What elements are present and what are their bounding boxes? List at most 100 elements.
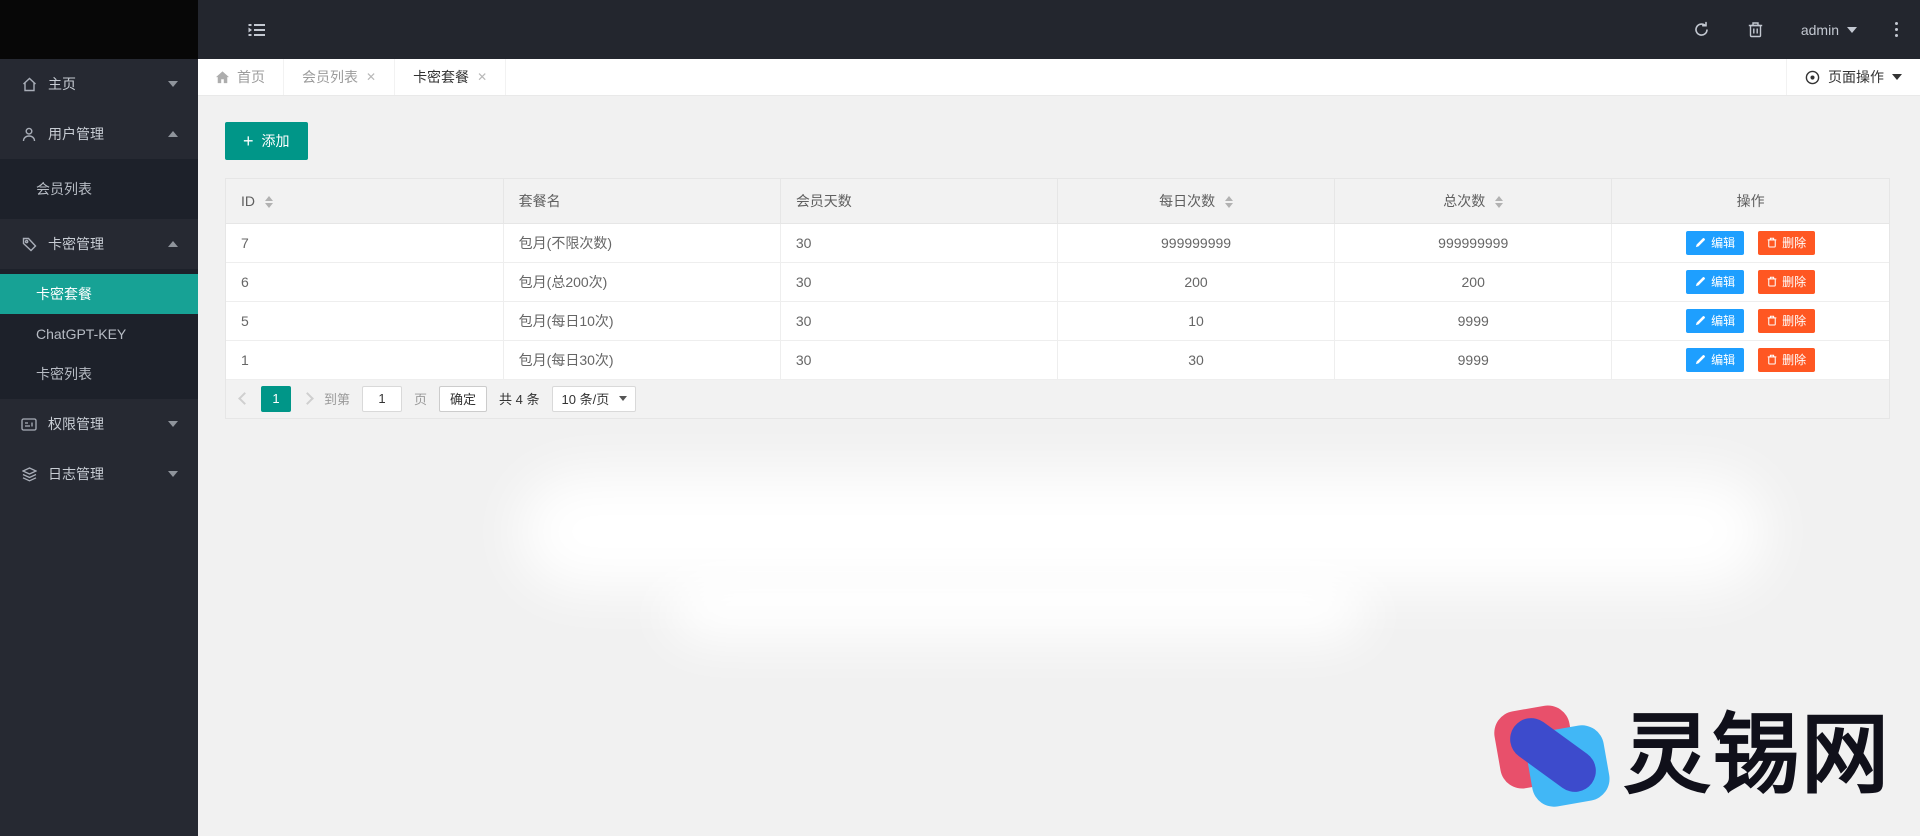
cell-member-days: 30 [780,223,1058,263]
tab-label: 会员列表 [302,69,358,85]
cell-actions: 编辑 删除 [1611,340,1889,380]
pencil-icon [1696,238,1706,248]
delete-button[interactable]: 删除 [1758,308,1816,333]
edit-button[interactable]: 编辑 [1686,347,1745,372]
plus-icon: + [243,131,254,151]
add-button[interactable]: + 添加 [225,122,308,160]
sidebar-item-label: 日志管理 [48,466,104,482]
cell-actions: 编辑 删除 [1611,301,1889,341]
cell-plan-name: 包月(不限次数) [503,223,781,263]
current-page-button[interactable]: 1 [261,385,291,412]
delete-button[interactable]: 删除 [1758,230,1816,255]
cell-total-count: 999999999 [1334,223,1613,263]
trash-icon [1767,276,1777,287]
add-button-label: 添加 [261,133,290,149]
next-page-icon[interactable] [301,392,314,405]
cell-total-count: 9999 [1334,340,1613,380]
col-header-id[interactable]: ID [226,179,504,224]
tab-card-plan[interactable]: 卡密套餐 ✕ [395,59,507,95]
chevron-down-icon [168,471,178,477]
cell-daily-count: 200 [1057,262,1336,302]
menu-collapse-icon[interactable] [248,23,266,37]
content-area: + 添加 ID 套餐名 会员天数 每日次数 总次数 操作 7 包月(不限次数) … [198,96,1920,836]
watermark-text: 灵锡网 [1622,705,1890,804]
watermark-logo: 灵锡网 [1490,701,1890,811]
logo-mark-icon [1490,701,1613,811]
username-label: admin [1800,21,1839,38]
col-header-plan-name: 套餐名 [503,179,781,224]
prev-page-icon[interactable] [238,392,251,405]
chevron-down-icon [168,81,178,87]
close-icon[interactable]: ✕ [477,70,487,84]
page-size-select[interactable]: 10 条/页 [551,385,637,412]
cell-plan-name: 包月(每日30次) [503,340,781,380]
sidebar-item-card-list[interactable]: 卡密列表 [0,354,198,394]
edit-button[interactable]: 编辑 [1686,269,1745,294]
sidebar-item-permission-management[interactable]: 权限管理 [0,399,198,449]
id-card-icon [20,417,38,431]
sidebar-item-log-management[interactable]: 日志管理 [0,449,198,499]
pencil-icon [1696,277,1706,287]
sidebar: 主页 用户管理 会员列表 卡密管理 卡密套餐 ChatGPT-KEY 卡密列表 … [0,59,198,836]
tab-label: 首页 [237,69,265,85]
submenu-card-management: 卡密套餐 ChatGPT-KEY 卡密列表 [0,269,198,399]
table-row: 1 包月(每日30次) 30 30 9999 编辑 删除 [226,340,1889,380]
sidebar-item-card-management[interactable]: 卡密管理 [0,219,198,269]
tag-icon [20,237,38,252]
sort-icon[interactable] [1224,196,1233,209]
sidebar-item-chatgpt-key[interactable]: ChatGPT-KEY [0,314,198,354]
sidebar-item-member-list[interactable]: 会员列表 [0,164,198,214]
cell-id: 1 [226,340,504,380]
col-header-total-count[interactable]: 总次数 [1334,179,1613,224]
home-icon [216,70,229,83]
sidebar-item-label: 权限管理 [48,416,104,432]
sidebar-item-label: 主页 [48,76,76,92]
trash-icon[interactable] [1748,21,1763,38]
home-icon [20,77,38,92]
cell-daily-count: 10 [1057,301,1336,341]
cell-total-count: 200 [1334,262,1613,302]
target-circle-icon [1805,70,1820,84]
cell-member-days: 30 [780,301,1058,341]
table-header-row: ID 套餐名 会员天数 每日次数 总次数 操作 [226,179,1889,224]
tab-member-list[interactable]: 会员列表 ✕ [284,59,396,95]
sidebar-item-user-management[interactable]: 用户管理 [0,109,198,159]
confirm-button[interactable]: 确定 [439,385,488,412]
table-row: 5 包月(每日10次) 30 10 9999 编辑 删除 [226,301,1889,341]
sort-icon[interactable] [264,196,273,209]
goto-label: 到第 [324,392,351,407]
trash-icon [1767,315,1777,326]
sidebar-item-home[interactable]: 主页 [0,59,198,109]
submenu-user-management: 会员列表 [0,159,198,219]
cell-plan-name: 包月(每日10次) [503,301,781,341]
user-menu[interactable]: admin [1801,22,1857,38]
table-row: 7 包月(不限次数) 30 999999999 999999999 编辑 删除 [226,223,1889,263]
tab-home[interactable]: 首页 [198,59,284,95]
sidebar-logo-area [0,0,198,59]
app-window: admin 主页 用户管理 会员列表 卡密管理 卡密套餐 ChatGPT-KEY… [0,0,1920,836]
delete-button[interactable]: 删除 [1758,269,1816,294]
edit-button[interactable]: 编辑 [1686,230,1745,255]
goto-page-input[interactable] [362,385,403,412]
sidebar-item-label: 卡密列表 [36,366,92,382]
tab-bar: 首页 会员列表 ✕ 卡密套餐 ✕ 页面操作 [198,59,1920,96]
pencil-icon [1696,355,1706,365]
cell-id: 7 [226,223,504,263]
more-vertical-icon[interactable] [1895,22,1898,37]
page-operations-dropdown[interactable]: 页面操作 [1786,59,1920,95]
cell-member-days: 30 [780,262,1058,302]
col-header-daily-count[interactable]: 每日次数 [1057,179,1336,224]
pencil-icon [1696,316,1706,326]
chevron-down-icon [1892,74,1902,80]
sidebar-item-card-plan[interactable]: 卡密套餐 [0,274,198,314]
delete-button[interactable]: 删除 [1758,347,1816,372]
cell-daily-count: 30 [1057,340,1336,380]
sort-icon[interactable] [1495,196,1504,209]
tab-label: 卡密套餐 [413,69,470,85]
close-icon[interactable]: ✕ [366,70,376,84]
refresh-icon[interactable] [1693,21,1710,38]
sidebar-item-label: 卡密套餐 [36,286,92,302]
edit-button[interactable]: 编辑 [1686,308,1745,333]
cell-id: 6 [226,262,504,302]
page-unit-label: 页 [414,392,428,407]
